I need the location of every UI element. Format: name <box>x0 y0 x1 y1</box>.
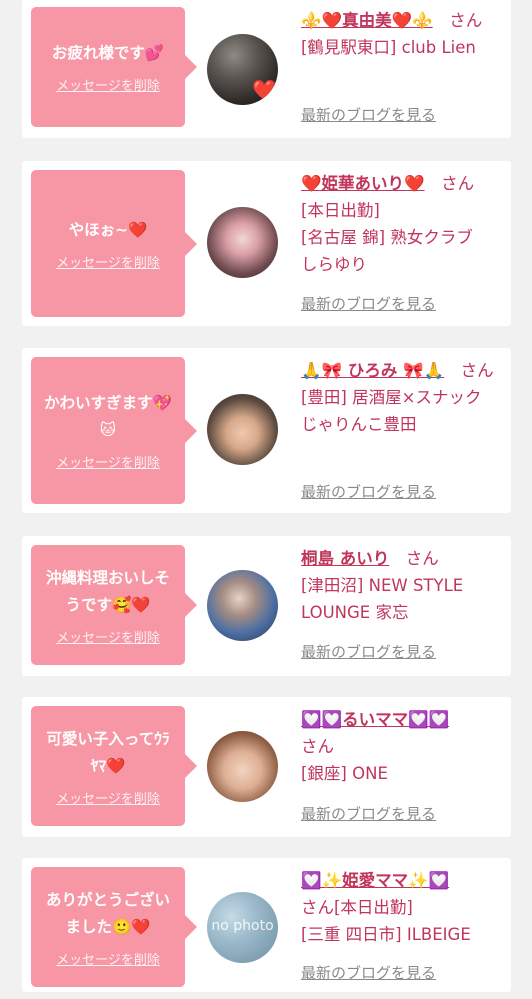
message-text: 可愛い子入ってｳﾗ ﾔﾏ❤️ <box>46 729 170 775</box>
message-text: お疲れ様です💕 <box>51 44 165 62</box>
latest-blog-link[interactable]: 最新のブログを見る <box>301 962 436 983</box>
sender-name-link[interactable]: ❤️姫華あいり❤️ <box>301 174 425 193</box>
heart-icon: ❤️ <box>252 78 277 102</box>
sender-info: ❤️姫華あいり❤️ さん [本日出勤] [名古屋 錦] 熟女クラブ しらゆり <box>301 170 506 278</box>
message-card: お疲れ様です💕 メッセージを削除 ❤️ ⚜️❤️真由美❤️⚜️ さん [鶴見駅東… <box>22 0 511 138</box>
delete-message-link[interactable]: メッセージを削除 <box>56 75 160 94</box>
delete-message-link[interactable]: メッセージを削除 <box>56 627 160 646</box>
message-card: かわいすぎます💖 🐱 メッセージを削除 🙏🎀 ひろみ 🎀🙏 さん [豊田] 居酒… <box>22 348 511 513</box>
sender-info: 桐島 あいり さん [津田沼] NEW STYLE LOUNGE 家忘 <box>301 545 506 626</box>
sender-info: 💟💟るいママ💟💟 さん [銀座] ONE <box>301 706 506 787</box>
sender-name-link[interactable]: ⚜️❤️真由美❤️⚜️ <box>301 11 433 30</box>
message-text: やほぉ~❤️ <box>68 220 148 239</box>
latest-blog-link[interactable]: 最新のブログを見る <box>301 481 436 502</box>
shop-text: [銀座] ONE <box>301 764 388 783</box>
avatar[interactable] <box>207 570 278 641</box>
shop-text: [津田沼] NEW STYLE LOUNGE 家忘 <box>301 576 464 622</box>
message-bubble: 沖縄料理おいしそ うです🥰❤️ メッセージを削除 <box>31 545 197 665</box>
latest-blog-link[interactable]: 最新のブログを見る <box>301 803 436 824</box>
avatar[interactable]: no photo <box>207 892 278 963</box>
shop-text: [鶴見駅東口] club Lien <box>301 38 476 57</box>
latest-blog-link[interactable]: 最新のブログを見る <box>301 293 436 314</box>
message-bubble: かわいすぎます💖 🐱 メッセージを削除 <box>31 357 197 504</box>
delete-message-link[interactable]: メッセージを削除 <box>56 949 160 968</box>
message-bubble: ありがとうござい ました🙂❤️ メッセージを削除 <box>31 867 197 987</box>
message-text: かわいすぎます💖 🐱 <box>44 394 172 439</box>
message-card: やほぉ~❤️ メッセージを削除 ❤️姫華あいり❤️ さん [本日出勤] [名古屋… <box>22 161 511 326</box>
honorific: さん <box>301 898 334 917</box>
sender-info: ⚜️❤️真由美❤️⚜️ さん [鶴見駅東口] club Lien <box>301 7 506 61</box>
avatar[interactable] <box>207 394 278 465</box>
honorific: さん <box>460 361 494 380</box>
avatar[interactable]: ❤️ <box>207 34 278 105</box>
avatar[interactable] <box>207 731 278 802</box>
sender-name-link[interactable]: 🙏🎀 ひろみ 🎀🙏 <box>301 361 444 380</box>
latest-blog-link[interactable]: 最新のブログを見る <box>301 641 436 662</box>
message-list: お疲れ様です💕 メッセージを削除 ❤️ ⚜️❤️真由美❤️⚜️ さん [鶴見駅東… <box>0 0 532 999</box>
shop-text: [豊田] 居酒屋×スナック じゃりんこ豊田 <box>301 388 482 434</box>
message-bubble: お疲れ様です💕 メッセージを削除 <box>31 7 197 127</box>
shop-text: [本日出勤] [名古屋 錦] 熟女クラブ しらゆり <box>301 201 473 274</box>
delete-message-link[interactable]: メッセージを削除 <box>56 452 160 471</box>
message-bubble: やほぉ~❤️ メッセージを削除 <box>31 170 197 317</box>
message-card: 可愛い子入ってｳﾗ ﾔﾏ❤️ メッセージを削除 💟💟るいママ💟💟 さん [銀座]… <box>22 697 511 837</box>
message-text: ありがとうござい ました🙂❤️ <box>45 890 170 936</box>
delete-message-link[interactable]: メッセージを削除 <box>56 252 160 271</box>
latest-blog-link[interactable]: 最新のブログを見る <box>301 104 436 125</box>
honorific: さん <box>301 737 334 756</box>
sender-name-line: 💟✨姫愛ママ✨💟 <box>301 867 506 894</box>
delete-message-link[interactable]: メッセージを削除 <box>56 788 160 807</box>
message-text: 沖縄料理おいしそ うです🥰❤️ <box>45 568 170 614</box>
sender-name-link[interactable]: 💟💟るいママ💟💟 <box>301 710 449 729</box>
message-bubble: 可愛い子入ってｳﾗ ﾔﾏ❤️ メッセージを削除 <box>31 706 197 826</box>
sender-info: 💟✨姫愛ママ✨💟 さん[本日出勤] [三重 四日市] ILBEIGE <box>301 867 506 948</box>
avatar[interactable] <box>207 207 278 278</box>
shop-text: さん[本日出勤] [三重 四日市] ILBEIGE <box>301 894 506 948</box>
honorific: さん <box>449 11 483 30</box>
message-card: ありがとうござい ました🙂❤️ メッセージを削除 no photo 💟✨姫愛ママ… <box>22 858 511 992</box>
message-card: 沖縄料理おいしそ うです🥰❤️ メッセージを削除 桐島 あいり さん [津田沼]… <box>22 536 511 676</box>
sender-info: 🙏🎀 ひろみ 🎀🙏 さん [豊田] 居酒屋×スナック じゃりんこ豊田 <box>301 357 506 438</box>
sender-name-link[interactable]: 💟✨姫愛ママ✨💟 <box>301 871 449 890</box>
sender-name-link[interactable]: 桐島 あいり <box>301 549 389 568</box>
no-photo-label: no photo <box>211 918 274 934</box>
honorific: さん <box>441 174 475 193</box>
honorific: さん <box>405 549 439 568</box>
